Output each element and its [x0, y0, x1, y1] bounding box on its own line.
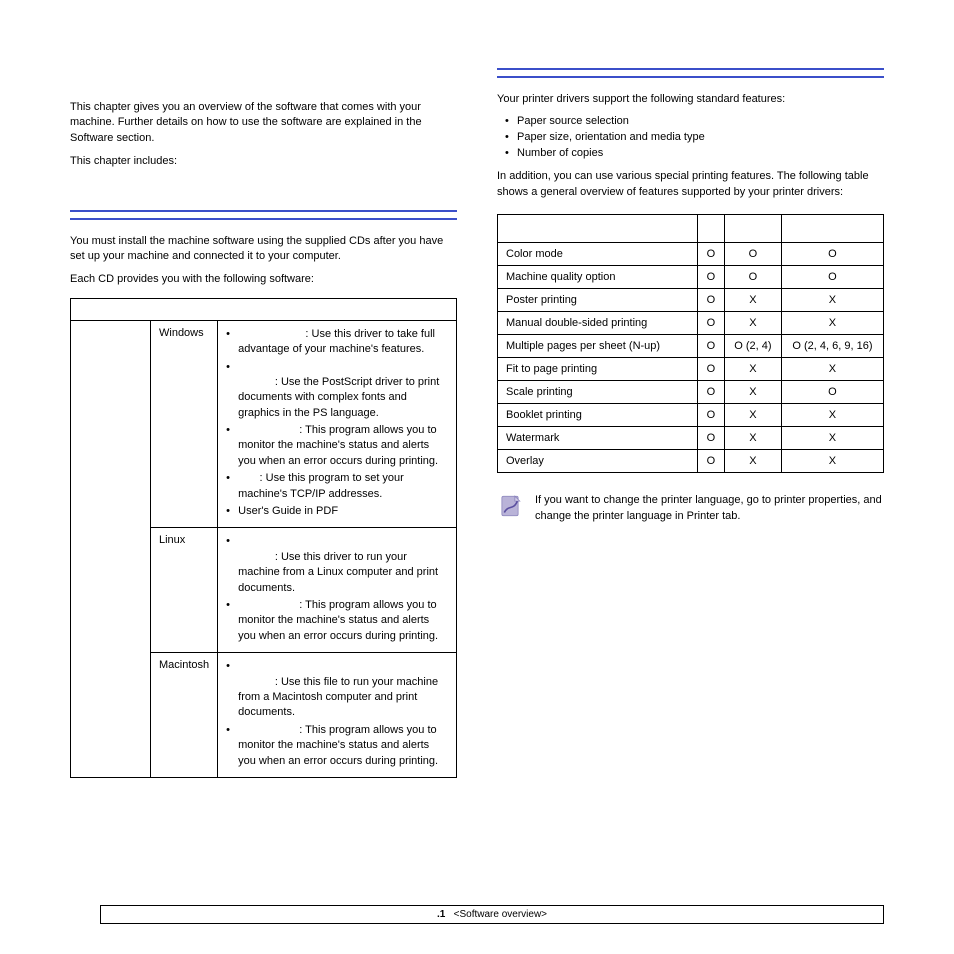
feature-cell: O — [698, 289, 725, 312]
feature-name: Color mode — [498, 243, 698, 266]
feature-cell: X — [781, 289, 883, 312]
page-number: .1 — [437, 909, 445, 920]
windows-content: : Use this driver to take full advantage… — [218, 320, 457, 528]
features-table: Color modeOOOMachine quality optionOOOPo… — [497, 214, 884, 473]
feature-cell: X — [724, 312, 781, 335]
columns: This chapter gives you an overview of th… — [70, 100, 884, 778]
feature-cell: O — [724, 266, 781, 289]
intro-para-1: This chapter gives you an overview of th… — [70, 100, 457, 146]
macintosh-content: : Use this file to run your machine from… — [218, 653, 457, 778]
section-rule-top — [70, 210, 457, 212]
feature-cell: X — [781, 450, 883, 473]
features-header-row — [498, 215, 884, 243]
feature-cell: O — [698, 427, 725, 450]
standard-features-list: Paper source selection Paper size, orien… — [505, 115, 884, 159]
feature-cell: X — [781, 427, 883, 450]
table-row: WatermarkOXX — [498, 427, 884, 450]
feature-cell: O — [698, 450, 725, 473]
os-windows: Windows — [151, 320, 218, 528]
table-row-windows: Windows : Use this driver to take full a… — [71, 320, 457, 528]
table-row: Scale printingOXO — [498, 381, 884, 404]
feature-cell: X — [781, 358, 883, 381]
feature-cell: O — [781, 381, 883, 404]
each-cd-intro: Each CD provides you with the following … — [70, 272, 457, 287]
footer-label: <Software overview> — [454, 909, 547, 920]
win-bullet-1: : Use this driver to take full advantage… — [226, 327, 448, 358]
section-rule-top-r — [497, 68, 884, 70]
right-column: Your printer drivers support the followi… — [497, 100, 884, 778]
list-item: Paper source selection — [505, 115, 884, 127]
linux-content: : Use this driver to run your machine fr… — [218, 528, 457, 653]
table-row: OverlayOXX — [498, 450, 884, 473]
feature-name: Overlay — [498, 450, 698, 473]
note-icon — [497, 493, 523, 519]
os-macintosh: Macintosh — [151, 653, 218, 778]
table-row: Color modeOOO — [498, 243, 884, 266]
mac-bullet-1: : Use this file to run your machine from… — [226, 659, 448, 721]
section-rule-bottom-r — [497, 76, 884, 78]
win-bullet-5: User's Guide in PDF — [226, 504, 448, 519]
right-intro-2: In addition, you can use various special… — [497, 169, 884, 200]
page-footer: .1 <Software overview> — [100, 905, 884, 924]
supplied-intro: You must install the machine software us… — [70, 234, 457, 265]
os-linux: Linux — [151, 528, 218, 653]
feature-cell: X — [724, 404, 781, 427]
table-row: Multiple pages per sheet (N-up)OO (2, 4)… — [498, 335, 884, 358]
feature-cell: O — [724, 243, 781, 266]
feature-cell: O — [698, 358, 725, 381]
lin-bullet-2: : This program allows you to monitor the… — [226, 598, 448, 644]
note-text: If you want to change the printer langua… — [535, 493, 884, 524]
intro-para-2: This chapter includes: — [70, 154, 457, 169]
left-column: This chapter gives you an overview of th… — [70, 100, 457, 778]
feature-cell: O (2, 4, 6, 9, 16) — [781, 335, 883, 358]
feature-cell: X — [781, 404, 883, 427]
feature-cell: O — [698, 381, 725, 404]
feature-cell: O — [698, 335, 725, 358]
feature-cell: O — [698, 312, 725, 335]
feature-cell: X — [724, 289, 781, 312]
lin-bullet-1: : Use this driver to run your machine fr… — [226, 534, 448, 596]
table-header-row — [71, 298, 457, 320]
table-row: Fit to page printingOXX — [498, 358, 884, 381]
feature-cell: O — [781, 243, 883, 266]
table-row: Booklet printingOXX — [498, 404, 884, 427]
section-rule-bottom — [70, 218, 457, 220]
feature-cell: X — [724, 381, 781, 404]
note-row: If you want to change the printer langua… — [497, 493, 884, 524]
feature-cell: O — [781, 266, 883, 289]
feature-cell: O (2, 4) — [724, 335, 781, 358]
feature-name: Scale printing — [498, 381, 698, 404]
mac-bullet-2: : This program allows you to monitor the… — [226, 723, 448, 769]
feature-cell: O — [698, 266, 725, 289]
feature-cell: O — [698, 243, 725, 266]
feature-cell: X — [724, 358, 781, 381]
feature-name: Poster printing — [498, 289, 698, 312]
win-bullet-3: : This program allows you to monitor the… — [226, 423, 448, 469]
table-row: Poster printingOXX — [498, 289, 884, 312]
feature-cell: O — [698, 404, 725, 427]
feature-name: Fit to page printing — [498, 358, 698, 381]
feature-name: Manual double-sided printing — [498, 312, 698, 335]
software-cd-table: Windows : Use this driver to take full a… — [70, 298, 457, 778]
win-bullet-2: : Use the PostScript driver to print doc… — [226, 360, 448, 422]
win-bullet-4: : Use this program to set your machine's… — [226, 471, 448, 502]
feature-name: Machine quality option — [498, 266, 698, 289]
table-row: Machine quality optionOOO — [498, 266, 884, 289]
right-intro-1: Your printer drivers support the followi… — [497, 92, 884, 107]
feature-cell: X — [781, 312, 883, 335]
feature-cell: X — [724, 427, 781, 450]
page: This chapter gives you an overview of th… — [0, 0, 954, 954]
feature-name: Multiple pages per sheet (N-up) — [498, 335, 698, 358]
feature-name: Booklet printing — [498, 404, 698, 427]
feature-name: Watermark — [498, 427, 698, 450]
list-item: Number of copies — [505, 147, 884, 159]
list-item: Paper size, orientation and media type — [505, 131, 884, 143]
table-row: Manual double-sided printingOXX — [498, 312, 884, 335]
feature-cell: X — [724, 450, 781, 473]
